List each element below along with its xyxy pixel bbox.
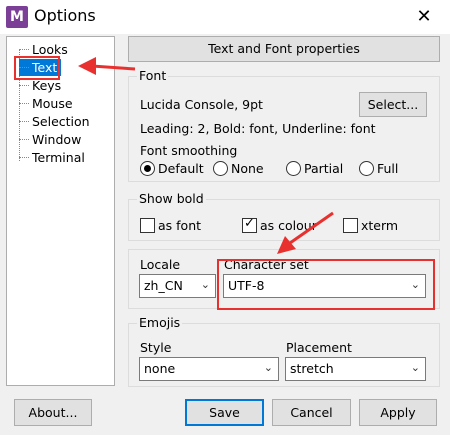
annotation-arrow-charset-shaft xyxy=(289,211,334,245)
options-window: M Options ✕ Looks Text Keys Mouse Select… xyxy=(0,0,450,435)
annotation-arrow-text-head xyxy=(78,57,96,75)
annotation-arrow-charset-head xyxy=(277,236,296,254)
annotation-arrow-text-shaft xyxy=(91,64,136,71)
annotation-arrows xyxy=(78,57,334,254)
